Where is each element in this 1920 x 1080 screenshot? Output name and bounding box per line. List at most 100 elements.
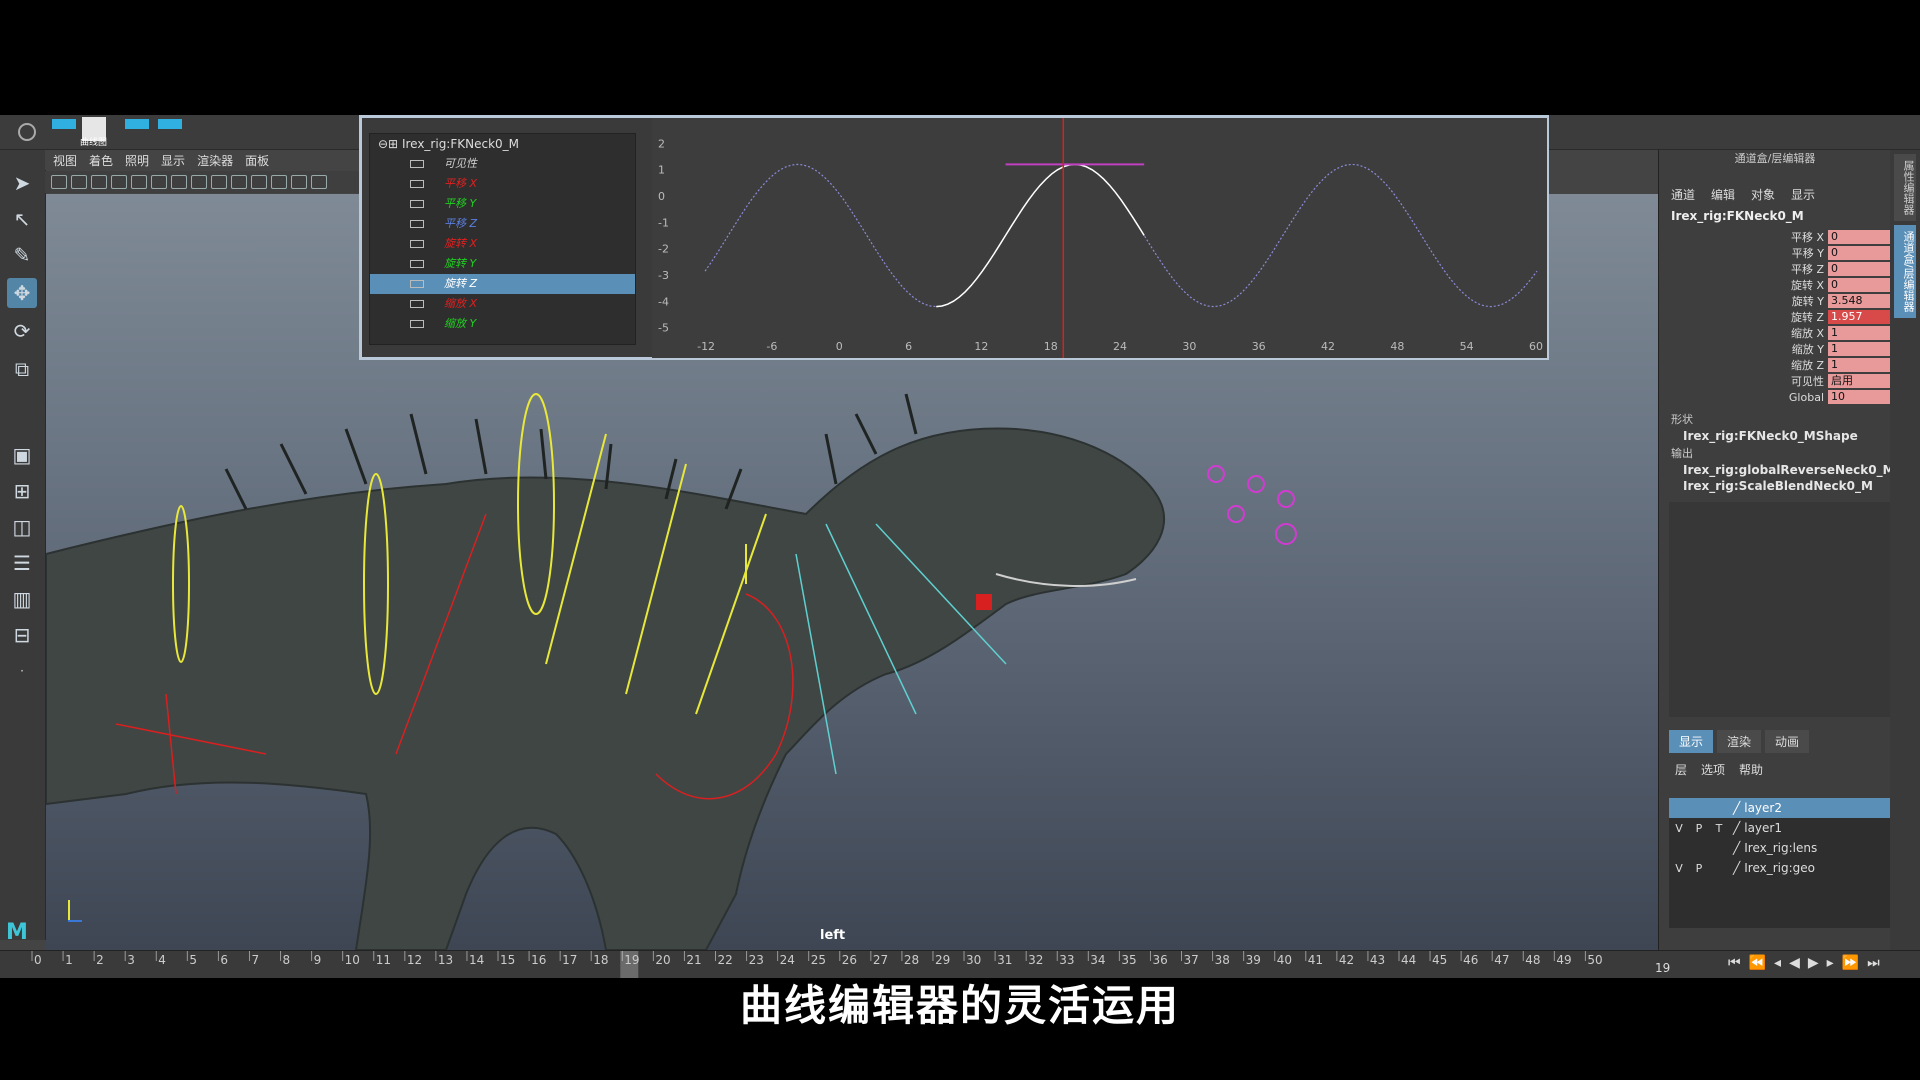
layer-flag-v[interactable]: V	[1669, 862, 1689, 875]
camera-attr-icon[interactable]	[71, 175, 87, 189]
menu-show[interactable]: 显示	[161, 152, 185, 169]
menu-display[interactable]: 显示	[1791, 186, 1815, 203]
attribute-value-field[interactable]: 1.957	[1828, 310, 1890, 324]
attribute-row[interactable]: 缩放 Y 1	[1659, 341, 1891, 357]
attribute-row[interactable]: 旋转 Z 1.957	[1659, 309, 1891, 325]
tab-anim[interactable]: 动画	[1765, 730, 1810, 753]
attribute-row[interactable]: 可见性 启用	[1659, 373, 1891, 389]
attribute-row[interactable]: 旋转 X 0	[1659, 277, 1891, 293]
rotate-tool-icon[interactable]: ⟳	[7, 316, 37, 346]
layout-four-icon[interactable]: ⊞	[7, 476, 37, 506]
menu-view[interactable]: 视图	[53, 152, 77, 169]
layer-flag-t[interactable]: T	[1709, 822, 1729, 835]
time-slider[interactable]: 0123456789101112131415161718192021222324…	[0, 950, 1920, 979]
xray-icon[interactable]	[291, 175, 307, 189]
film-gate-icon[interactable]	[151, 175, 167, 189]
tab-display[interactable]: 显示	[1669, 730, 1714, 753]
layer-row[interactable]: V P T ╱ layer1	[1669, 818, 1891, 838]
attribute-row[interactable]: 缩放 Z 1	[1659, 357, 1891, 373]
channel-item[interactable]: 平移 Y	[370, 194, 635, 214]
attribute-value-field[interactable]: 10	[1828, 390, 1890, 404]
menu-edit[interactable]: 编辑	[1711, 186, 1735, 203]
grid-icon[interactable]	[131, 175, 147, 189]
step-forward-icon[interactable]: ▸	[1827, 955, 1834, 971]
textured-icon[interactable]	[231, 175, 247, 189]
attribute-value-field[interactable]: 0	[1828, 230, 1890, 244]
attribute-value-field[interactable]: 启用	[1828, 374, 1890, 388]
graph-area[interactable]: 2 1 0 -1 -2 -3 -4 -5 -12 -6 0 6 12 18 24 30 36 42 48 54 60	[652, 118, 1547, 358]
layer-flag-p[interactable]: P	[1689, 862, 1709, 875]
go-to-start-icon[interactable]: ⏮	[1728, 955, 1741, 971]
smooth-shade-icon[interactable]	[211, 175, 227, 189]
attribute-value-field[interactable]: 0	[1828, 246, 1890, 260]
graph-outliner[interactable]: ⊖⊞ Irex_rig:FKNeck0_M 可见性 平移 X 平移 Y 平移 Z 旋转 …	[369, 133, 636, 345]
channel-item[interactable]: 旋转 Z	[370, 274, 635, 294]
step-back-key-icon[interactable]: ⏪	[1749, 955, 1766, 971]
attribute-row[interactable]: 缩放 X 1	[1659, 325, 1891, 341]
layer-row[interactable]: ╱ layer2	[1669, 798, 1891, 818]
output-node[interactable]: Irex_rig:ScaleBlendNeck0_M	[1659, 477, 1891, 493]
wireframe-icon[interactable]	[191, 175, 207, 189]
attribute-value-field[interactable]: 1	[1828, 358, 1890, 372]
step-forward-key-icon[interactable]: ⏩	[1842, 955, 1859, 971]
shelf-icon[interactable]	[52, 119, 76, 129]
scale-tool-icon[interactable]: ⧉	[7, 354, 37, 384]
attribute-value-field[interactable]: 0	[1828, 278, 1890, 292]
layer-row[interactable]: ╱ Irex_rig:lens	[1669, 838, 1891, 858]
menu-channels[interactable]: 通道	[1671, 186, 1695, 203]
move-tool-icon[interactable]: ✥	[7, 278, 37, 308]
attribute-row[interactable]: Global 10	[1659, 389, 1891, 405]
select-tool-icon[interactable]: ➤	[7, 168, 37, 198]
current-frame-field[interactable]: 19	[1655, 961, 1670, 975]
shelf-icon[interactable]	[158, 119, 182, 129]
tab-attribute-editor[interactable]: 属性编辑器	[1894, 154, 1916, 221]
current-frame-marker[interactable]	[620, 951, 639, 979]
attribute-value-field[interactable]: 0	[1828, 262, 1890, 276]
settings-gear-icon[interactable]	[18, 123, 36, 141]
collapse-icon[interactable]: ⊖⊞	[378, 137, 398, 151]
attribute-value-field[interactable]: 1	[1828, 342, 1890, 356]
shelf-icon[interactable]	[125, 119, 149, 129]
bookmark-icon[interactable]	[91, 175, 107, 189]
layer-flag-p[interactable]: P	[1689, 822, 1709, 835]
channel-item[interactable]: 可见性	[370, 154, 635, 174]
channel-item[interactable]: 旋转 X	[370, 234, 635, 254]
paint-tool-icon[interactable]: ✎	[7, 240, 37, 270]
layout-side-icon[interactable]: ◫	[7, 512, 37, 542]
face-controls[interactable]	[1207, 465, 1297, 545]
go-to-end-icon[interactable]: ⏭	[1867, 955, 1880, 971]
graph-editor[interactable]: ⊖⊞ Irex_rig:FKNeck0_M 可见性 平移 X 平移 Y 平移 Z 旋转 …	[359, 115, 1549, 360]
menu-object[interactable]: 对象	[1751, 186, 1775, 203]
channel-item[interactable]: 旋转 Y	[370, 254, 635, 274]
play-forward-icon[interactable]: ▶	[1808, 955, 1819, 971]
attribute-value-field[interactable]: 1	[1828, 326, 1890, 340]
shadows-icon[interactable]	[271, 175, 287, 189]
layout-columns-icon[interactable]: ▥	[7, 584, 37, 614]
layer-row[interactable]: V P ╱ Irex_rig:geo	[1669, 858, 1891, 878]
menu-lighting[interactable]: 照明	[125, 152, 149, 169]
time-ruler[interactable]: 0123456789101112131415161718192021222324…	[22, 951, 1622, 979]
tab-channel-box[interactable]: 通道盒/层编辑器	[1894, 225, 1916, 318]
more-icon[interactable]: ·	[7, 656, 37, 686]
attribute-row[interactable]: 平移 Z 0	[1659, 261, 1891, 277]
resolution-gate-icon[interactable]	[171, 175, 187, 189]
menu-panels[interactable]: 面板	[245, 152, 269, 169]
layer-flag-v[interactable]: V	[1669, 822, 1689, 835]
attribute-value-field[interactable]: 3.548	[1828, 294, 1890, 308]
lights-icon[interactable]	[251, 175, 267, 189]
tab-render[interactable]: 渲染	[1717, 730, 1762, 753]
menu-help[interactable]: 帮助	[1739, 761, 1763, 778]
layout-stack-icon[interactable]: ☰	[7, 548, 37, 578]
channel-item[interactable]: 缩放 X	[370, 294, 635, 314]
output-node[interactable]: Irex_rig:globalReverseNeck0_M	[1659, 461, 1895, 477]
image-plane-icon[interactable]	[111, 175, 127, 189]
attribute-row[interactable]: 平移 Y 0	[1659, 245, 1891, 261]
layout-grid-icon[interactable]: ⊟	[7, 620, 37, 650]
camera-icon[interactable]	[51, 175, 67, 189]
play-back-icon[interactable]: ◀	[1789, 955, 1800, 971]
channel-item[interactable]: 缩放 Y	[370, 314, 635, 334]
attribute-row[interactable]: 平移 X 0	[1659, 229, 1891, 245]
channel-item[interactable]: 平移 X	[370, 174, 635, 194]
isolate-icon[interactable]	[311, 175, 327, 189]
outliner-root[interactable]: ⊖⊞ Irex_rig:FKNeck0_M	[370, 134, 635, 154]
